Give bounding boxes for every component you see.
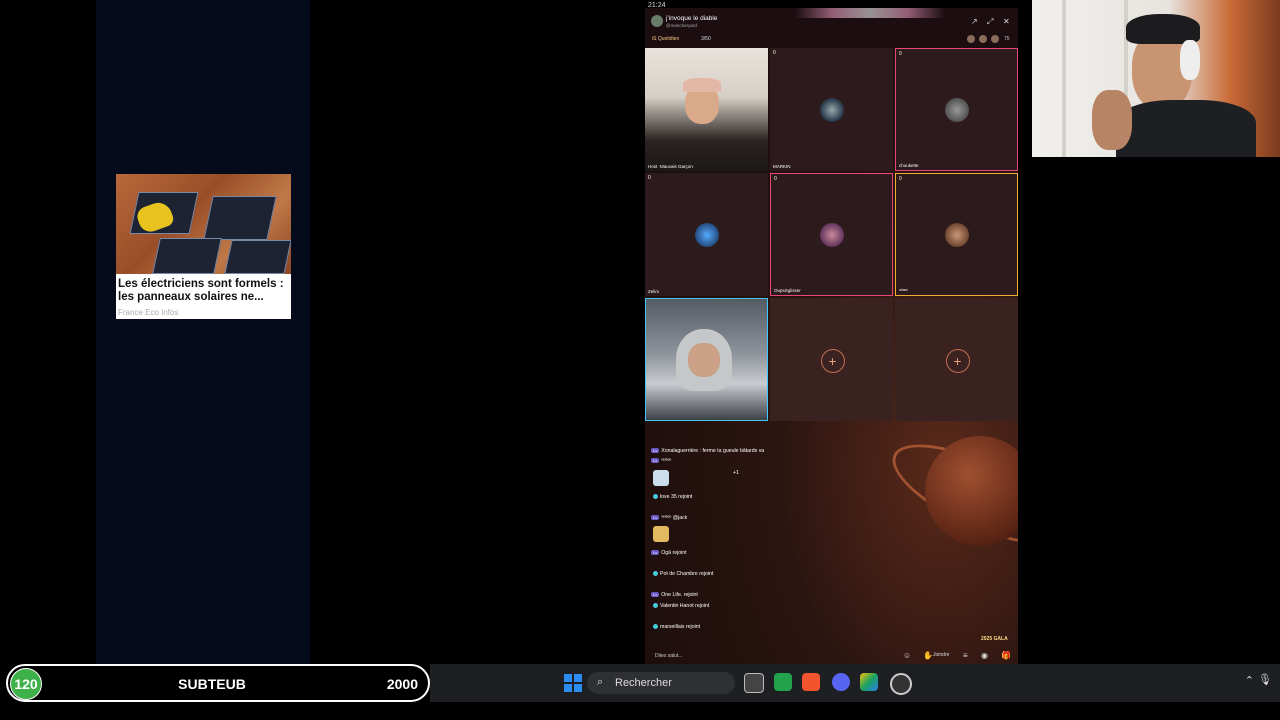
seat-avatar	[944, 97, 969, 122]
seat-name: choukette	[899, 163, 919, 168]
chat-join[interactable]: Pot de Chambre rejoint	[651, 571, 713, 577]
search-icon: ⌕	[597, 676, 604, 688]
viewer-avatar[interactable]	[991, 35, 999, 43]
hand-icon[interactable]: ✋	[923, 651, 933, 660]
taskbar: ⌕ Rechercher ⌃ 🎙	[430, 664, 1280, 702]
subgoal-target: 2000	[386, 676, 418, 692]
seat-number: 0	[899, 176, 902, 182]
subgoal-label: SUBTEUB	[178, 676, 246, 692]
menu-icon[interactable]: ≡	[963, 651, 968, 660]
chat-join[interactable]: love 35 rejoint	[651, 494, 692, 500]
cap-icon	[683, 78, 721, 92]
chat-join[interactable]: Valentin Hanot rejoint	[651, 603, 709, 609]
viewer-avatar[interactable]	[967, 35, 975, 43]
task-view-icon[interactable]	[744, 673, 764, 693]
join-button[interactable]: Joindre	[933, 652, 949, 658]
seat-name: OupsSglisser	[774, 288, 801, 293]
microphone-icon[interactable]: 🎙	[1258, 673, 1272, 686]
room-title: j'invoque le diable	[666, 15, 718, 22]
viewer-avatar[interactable]	[979, 35, 987, 43]
seat-1[interactable]: 0 MARKIN	[770, 48, 893, 171]
viewer-count[interactable]: 75	[1004, 36, 1010, 42]
gift-box-icon[interactable]: ◉	[981, 651, 988, 660]
seat-number: 0	[774, 176, 777, 182]
discord-icon[interactable]	[832, 673, 850, 691]
seat-host[interactable]: Host ·Mauvais Garçon·	[645, 48, 768, 171]
seat-number: 0	[773, 50, 776, 56]
streamer-arm	[1092, 90, 1132, 150]
ad-title[interactable]: Les électriciens sont formels : les pann…	[118, 278, 290, 304]
sticker-icon	[653, 470, 669, 486]
chevron-up-icon[interactable]: ⌃	[1245, 674, 1254, 687]
chat-join[interactable]: Lv Ogā rejoint	[651, 550, 687, 556]
seat-empty-7[interactable]: +	[770, 298, 893, 421]
emoji-icon[interactable]: ☺	[903, 651, 911, 660]
spreadsheet-app-icon[interactable]	[774, 673, 792, 691]
search-placeholder: Rechercher	[615, 677, 672, 689]
sticker-icon	[653, 526, 669, 542]
seat-grid: Host ·Mauvais Garçon· 0 MARKIN 0 chouket…	[645, 48, 1018, 421]
webcam-feed	[1032, 0, 1280, 157]
obs-icon[interactable]	[890, 673, 912, 695]
seat-name: ᵛᵉˡᵃᶜᵉ	[899, 288, 908, 293]
close-icon[interactable]: ✕	[1003, 17, 1010, 26]
gift-icon[interactable]: 🎁	[1001, 651, 1011, 660]
seat-6[interactable]	[645, 298, 768, 421]
seat-3[interactable]: 0 Zelim	[645, 173, 768, 296]
chat-reaction: +1	[733, 470, 739, 476]
seat-number: 0	[648, 175, 651, 181]
header-ribbon	[795, 8, 945, 18]
seat-name: Zelim	[648, 289, 659, 294]
chat-input[interactable]: Dites salut...	[655, 653, 683, 659]
window-frame	[1062, 0, 1066, 157]
left-browser-panel	[96, 0, 310, 664]
room-avatar[interactable]	[651, 15, 663, 27]
ad-card[interactable]: Les électriciens sont formels : les pann…	[116, 174, 291, 319]
seat-5[interactable]: 0 ᵛᵉˡᵃᶜᵉ	[895, 173, 1018, 296]
seat-empty-8[interactable]: +	[895, 298, 1018, 421]
seat-name: Host ·Mauvais Garçon·	[648, 164, 695, 169]
seat-avatar	[944, 222, 969, 247]
streamer-shirt	[1116, 100, 1256, 157]
brave-browser-icon[interactable]	[802, 673, 820, 691]
add-seat-icon[interactable]: +	[820, 348, 845, 373]
seat-name: MARKIN	[773, 164, 791, 169]
room-subtitle: @mancheryard	[666, 23, 697, 28]
minimize-icon[interactable]: ⤢	[987, 17, 993, 27]
room-count: 3/50	[701, 36, 711, 42]
room-daily-badge[interactable]: iS Quotidien	[652, 36, 679, 42]
gala-badge[interactable]: 2025 GALA	[981, 636, 1008, 642]
app-icon[interactable]	[860, 673, 878, 691]
seat-avatar	[819, 222, 844, 247]
chat-message[interactable]: Lv ᵛᵉˡᵃᶜᵉ @jack	[651, 515, 687, 521]
chat-message[interactable]: Lv Xonalaguerrière : ferme ta gueule bâta…	[651, 448, 764, 454]
seat-2[interactable]: 0 choukette	[895, 48, 1018, 171]
room-header: j'invoque le diable @mancheryard iS Quot…	[645, 8, 1018, 48]
chat-join[interactable]: Lv One Life. rejoint	[651, 592, 698, 598]
add-seat-icon[interactable]: +	[945, 348, 970, 373]
seat-4[interactable]: 0 OupsSglisser	[770, 173, 893, 296]
seat-avatar	[819, 97, 844, 122]
chat-area: Lv Xonalaguerrière : ferme ta gueule bâta…	[645, 424, 1018, 664]
share-icon[interactable]: ↗	[971, 17, 978, 26]
phone-mirror: j'invoque le diable @mancheryard iS Quot…	[645, 8, 1018, 664]
chat-join[interactable]: marseillais rejoint	[651, 624, 700, 630]
taskbar-search[interactable]: ⌕ Rechercher	[587, 672, 735, 694]
ad-source: France Eco Infos	[118, 308, 179, 317]
planet-decoration	[925, 436, 1018, 546]
seat-avatar	[694, 222, 719, 247]
subgoal-widget: 120 SUBTEUB 2000	[6, 664, 430, 702]
start-button[interactable]	[564, 674, 582, 692]
headphones-icon	[1180, 40, 1200, 80]
seat-number: 0	[899, 51, 902, 57]
guest-face	[688, 343, 720, 377]
ad-image	[116, 174, 291, 274]
chat-message[interactable]: Lv ᵛᵉˡᵃᶜᵉ	[651, 458, 671, 464]
